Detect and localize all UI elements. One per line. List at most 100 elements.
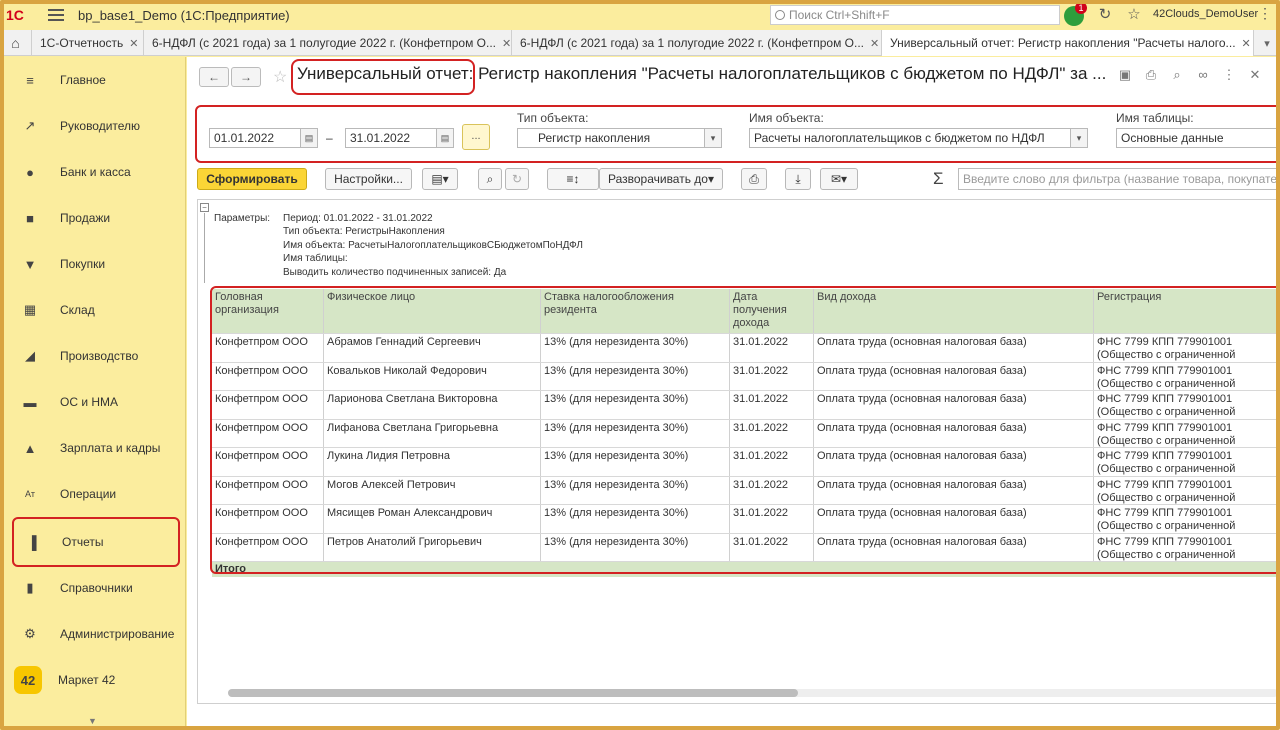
variants-dropdown-button[interactable]: ▤▾ xyxy=(422,168,458,190)
factory-icon: ◢ xyxy=(25,348,35,363)
param-line: Период: 01.01.2022 - 31.01.2022 xyxy=(283,213,433,224)
table-name-label: Имя таблицы: xyxy=(1116,111,1194,125)
print-button[interactable]: ⎙ xyxy=(741,168,767,190)
preview-icon[interactable]: ⌕ xyxy=(1169,67,1185,85)
close-icon[interactable]: ✕ xyxy=(870,37,879,50)
home-icon[interactable]: ⌂ xyxy=(0,30,32,56)
expand-to-dropdown[interactable]: Разворачивать до ▾ xyxy=(599,168,723,190)
group-levels-button[interactable]: ≡↕ xyxy=(547,168,599,190)
sidebar-item-main[interactable]: ≡ Главное xyxy=(12,57,180,103)
period-select-button[interactable]: ... xyxy=(462,124,490,150)
gear-icon: ⚙ xyxy=(24,626,36,641)
title-highlight-annotation xyxy=(291,59,475,95)
sum-icon[interactable]: Σ xyxy=(933,169,944,189)
forward-button[interactable]: → xyxy=(231,67,261,87)
calendar-icon[interactable]: ▤ xyxy=(300,128,318,148)
sidebar-item-label: Банк и касса xyxy=(60,165,131,179)
print-icon[interactable]: ⎙ xyxy=(1143,67,1159,85)
bag-icon: ■ xyxy=(26,210,34,226)
close-icon[interactable]: ✕ xyxy=(502,37,511,50)
horizontal-scrollbar[interactable] xyxy=(228,689,1278,697)
date-from-field[interactable]: 01.01.2022 xyxy=(209,128,301,148)
global-search-placeholder: Поиск Ctrl+Shift+F xyxy=(789,8,890,22)
object-type-label: Тип объекта: xyxy=(517,111,589,125)
sidebar-item-operations[interactable]: Ат Операции xyxy=(12,471,180,517)
settings-button[interactable]: Настройки... xyxy=(325,168,412,190)
more-menu-icon[interactable]: ⋮ xyxy=(1258,5,1272,22)
generate-button[interactable]: Сформировать xyxy=(197,168,307,190)
save-icon[interactable]: ▣ xyxy=(1117,67,1133,85)
filter-input[interactable]: Введите слово для фильтра (название това… xyxy=(958,168,1280,190)
market-icon: 42 xyxy=(14,666,42,694)
object-name-label: Имя объекта: xyxy=(749,111,824,125)
object-type-select[interactable]: Регистр накопления xyxy=(517,128,705,148)
global-search-input[interactable]: Поиск Ctrl+Shift+F xyxy=(770,5,1060,25)
tab-6ndfl-2[interactable]: 6-НДФЛ (с 2021 года) за 1 полугодие 2022… xyxy=(512,30,882,56)
user-name[interactable]: 42Clouds_DemoUser xyxy=(1153,8,1258,20)
sidebar-item-label: Зарплата и кадры xyxy=(60,441,161,455)
tab-6ndfl-1[interactable]: 6-НДФЛ (с 2021 года) за 1 полугодие 2022… xyxy=(144,30,512,56)
sidebar-item-purchases[interactable]: ▼ Покупки xyxy=(12,241,180,287)
scrollbar-thumb[interactable] xyxy=(228,689,798,697)
sidebar-item-warehouse[interactable]: ▦ Склад xyxy=(12,287,180,333)
warehouse-icon: ▦ xyxy=(23,302,37,317)
close-icon[interactable]: ✕ xyxy=(129,37,138,50)
sidebar-item-admin[interactable]: ⚙ Администрирование xyxy=(12,611,180,657)
tabs-dropdown-icon[interactable]: ▾ xyxy=(1254,30,1280,56)
sidebar-item-assets[interactable]: ▬ ОС и НМА xyxy=(12,379,180,425)
sidebar-item-label: Склад xyxy=(60,303,95,317)
tab-reporting[interactable]: 1С-Отчетность ✕ xyxy=(32,30,144,56)
sidebar-item-label: Отчеты xyxy=(62,535,104,549)
favorites-star-icon[interactable]: ☆ xyxy=(1125,6,1143,24)
sidebar-item-reports[interactable]: ▐ Отчеты xyxy=(12,517,180,567)
calendar-icon[interactable]: ▤ xyxy=(436,128,454,148)
chevron-down-icon[interactable]: ▾ xyxy=(1070,128,1088,148)
tab-label: Универсальный отчет: Регистр накопления … xyxy=(890,36,1236,50)
tab-label: 1С-Отчетность xyxy=(40,36,124,50)
chart-icon: ▐ xyxy=(27,534,37,550)
email-dropdown-button[interactable]: ✉▾ xyxy=(820,168,858,190)
cart-icon: ▼ xyxy=(23,256,37,272)
sidebar-item-production[interactable]: ◢ Производство xyxy=(12,333,180,379)
collapse-icon[interactable]: − xyxy=(200,203,209,212)
top-bar: 1С bp_base1_Demo (1С:Предприятие) xyxy=(0,0,1280,30)
search-button[interactable]: ⌕ xyxy=(478,168,502,190)
tab-label: 6-НДФЛ (с 2021 года) за 1 полугодие 2022… xyxy=(152,36,496,50)
object-name-select[interactable]: Расчеты налогоплательщиков с бюджетом по… xyxy=(749,128,1071,148)
sidebar-item-label: ОС и НМА xyxy=(60,395,119,409)
sidebar-item-label: Администрирование xyxy=(60,627,175,641)
params-label: Параметры: xyxy=(214,213,271,224)
close-icon[interactable]: ✕ xyxy=(1242,37,1251,50)
sidebar-item-salary[interactable]: ▲ Зарплата и кадры xyxy=(12,425,180,471)
param-line: Имя таблицы: xyxy=(283,253,348,264)
sidebar-item-directories[interactable]: ▮ Справочники xyxy=(12,565,180,611)
close-icon[interactable]: ✕ xyxy=(1247,67,1263,85)
link-icon[interactable]: ∞ xyxy=(1195,67,1211,85)
sidebar: ≡ Главное ↗ Руководителю ● Банк и касса ■ Пр… xyxy=(0,57,186,730)
chevron-down-icon[interactable]: ▾ xyxy=(704,128,722,148)
sidebar-item-bank[interactable]: ● Банк и касса xyxy=(12,149,180,195)
sidebar-scroll-down-icon[interactable]: ▼ xyxy=(88,716,97,726)
favorite-star-icon[interactable]: ☆ xyxy=(273,67,287,87)
logo-1c: 1С xyxy=(6,7,24,23)
tab-bar: ⌂ 1С-Отчетность ✕ 6-НДФЛ (с 2021 года) за… xyxy=(0,30,1280,56)
book-icon: ▮ xyxy=(26,580,34,595)
truck-icon: ▬ xyxy=(23,394,37,410)
menu-icon: ≡ xyxy=(26,72,34,88)
operations-icon: Ат xyxy=(25,489,35,499)
sidebar-item-manager[interactable]: ↗ Руководителю xyxy=(12,103,180,149)
sidebar-item-label: Производство xyxy=(60,349,139,363)
more-icon[interactable]: ⋮ xyxy=(1221,67,1237,85)
tab-universal-report[interactable]: Универсальный отчет: Регистр накопления … xyxy=(882,30,1254,56)
cancel-search-button[interactable]: ↻ xyxy=(505,168,529,190)
group-gutter xyxy=(204,213,205,283)
back-button[interactable]: ← xyxy=(199,67,229,87)
history-icon[interactable]: ↻ xyxy=(1096,6,1114,24)
notifications-badge: 1 xyxy=(1075,2,1087,14)
table-name-select[interactable]: Основные данные xyxy=(1116,128,1280,148)
sidebar-item-market[interactable]: 42 Маркет 42 xyxy=(12,657,180,703)
download-button[interactable]: ⤓ xyxy=(785,168,811,190)
hamburger-menu-icon[interactable] xyxy=(48,9,64,21)
date-to-field[interactable]: 31.01.2022 xyxy=(345,128,437,148)
sidebar-item-sales[interactable]: ■ Продажи xyxy=(12,195,180,241)
